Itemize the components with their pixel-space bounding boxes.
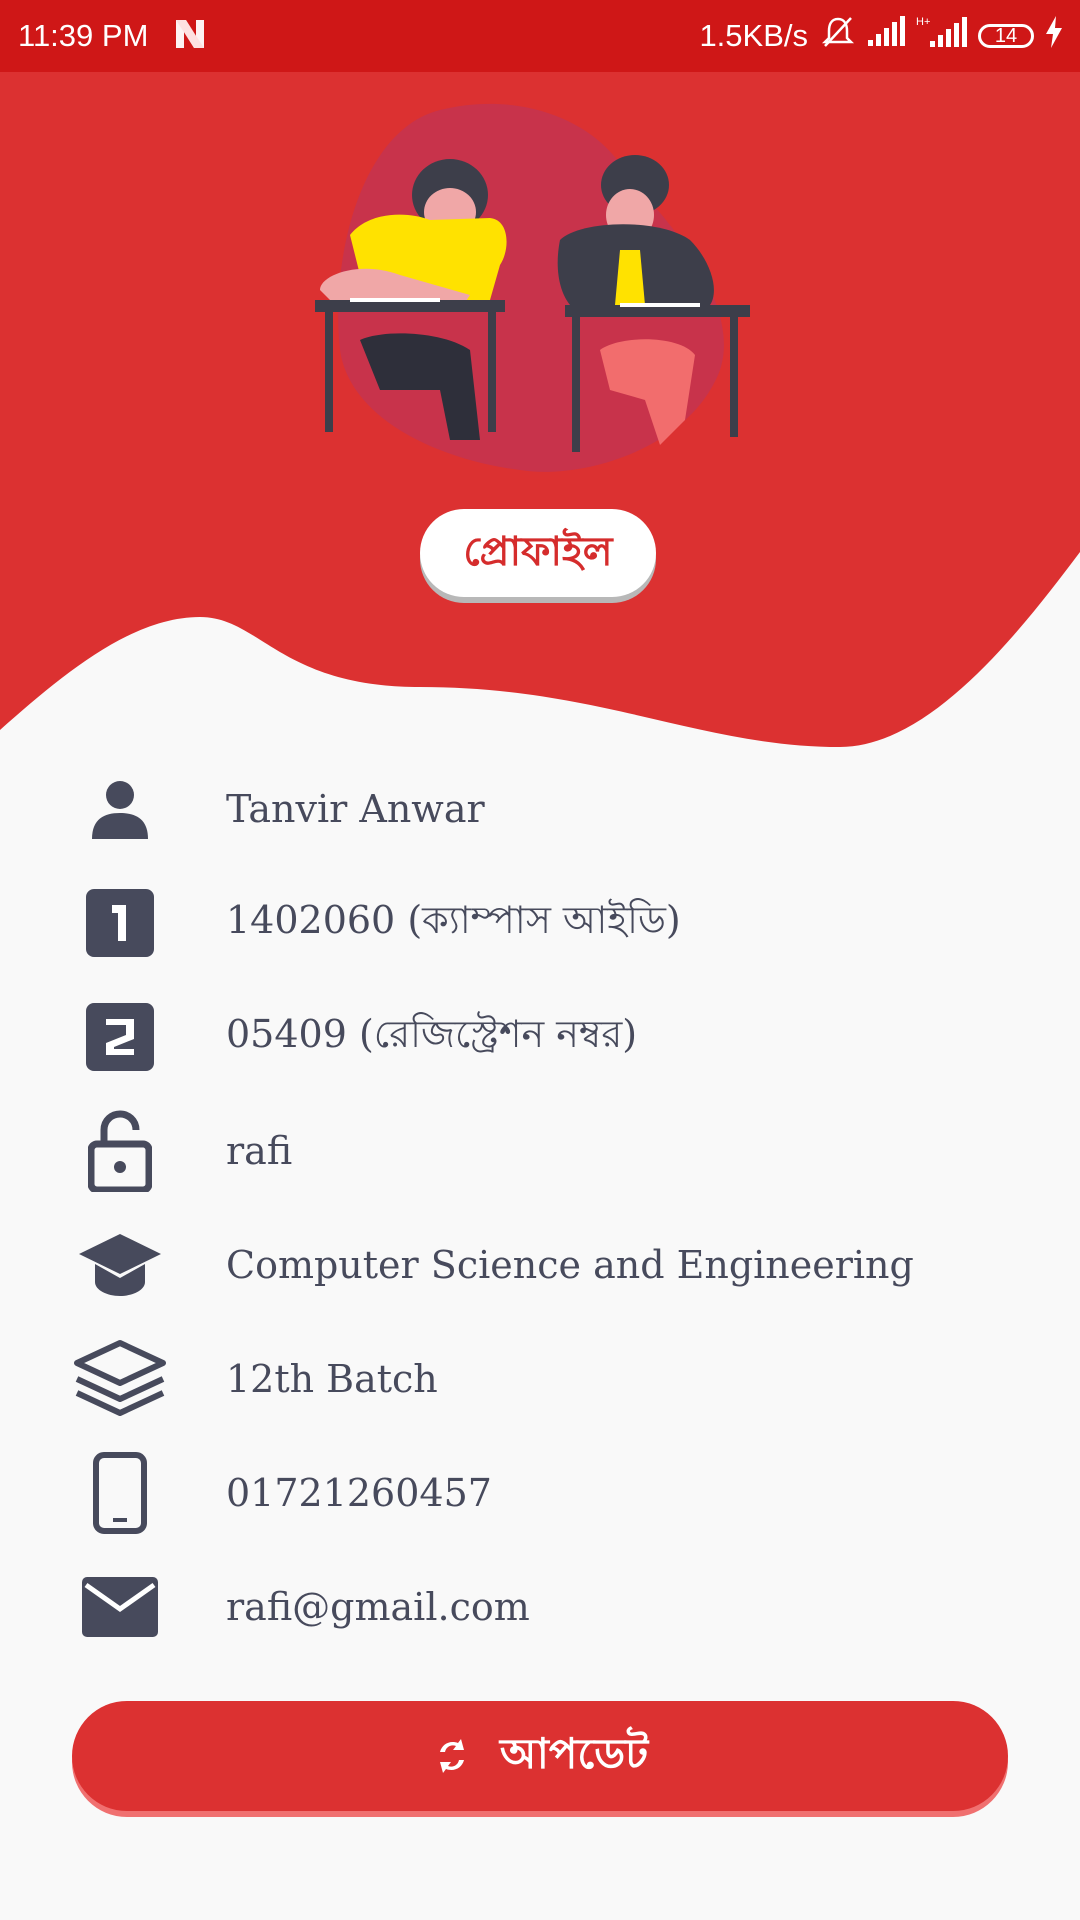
battery-level: 14 (994, 24, 1018, 47)
students-exam-illustration (315, 103, 750, 472)
batch-value: 12th Batch (226, 1357, 438, 1401)
status-bar: 11:39 PM 1.5KB/s H+ 14 (0, 0, 1080, 72)
phone-row: 01721260457 (0, 1436, 1080, 1550)
email-row: rafi@gmail.com (0, 1550, 1080, 1664)
email-value: rafi@gmail.com (226, 1585, 530, 1629)
phone-value: 01721260457 (226, 1471, 492, 1515)
registration-row: 05409 (রেজিস্ট্রেশন নম্বর) (0, 980, 1080, 1094)
charging-icon (1044, 16, 1064, 56)
number-two-icon (70, 987, 170, 1087)
notification-n-icon (172, 16, 208, 60)
profile-title-badge: প্রোফাইল (420, 509, 656, 597)
password-value: rafi (226, 1129, 293, 1173)
svg-text:H+: H+ (916, 16, 930, 28)
update-button[interactable]: আপডেট (72, 1701, 1008, 1811)
battery-icon: 14 (978, 24, 1034, 48)
status-time: 11:39 PM (18, 18, 149, 53)
refresh-icon (432, 1736, 472, 1776)
envelope-icon (70, 1557, 170, 1657)
campus-id-value: 1402060 (ক্যাম্পাস আইডি) (226, 898, 681, 942)
hplus-signal-icon: H+ (916, 15, 968, 57)
registration-value: 05409 (রেজিস্ট্রেশন নম্বর) (226, 1012, 638, 1056)
password-row: rafi (0, 1094, 1080, 1208)
department-row: Computer Science and Engineering (0, 1208, 1080, 1322)
person-icon (70, 759, 170, 859)
mobile-phone-icon (70, 1443, 170, 1543)
signal-icon (866, 16, 906, 56)
number-one-icon (70, 873, 170, 973)
campus-id-row: 1402060 (ক্যাম্পাস আইডি) (0, 866, 1080, 980)
batch-row: 12th Batch (0, 1322, 1080, 1436)
profile-title: প্রোফাইল (463, 528, 613, 575)
name-value: Tanvir Anwar (226, 787, 485, 831)
update-button-label: আপডেট (499, 1728, 649, 1778)
name-row: Tanvir Anwar (0, 752, 1080, 866)
mute-icon (820, 14, 856, 58)
unlock-icon (70, 1101, 170, 1201)
network-speed: 1.5KB/s (699, 18, 808, 53)
layers-icon (70, 1329, 170, 1429)
graduation-cap-icon (70, 1215, 170, 1315)
department-value: Computer Science and Engineering (226, 1243, 914, 1287)
